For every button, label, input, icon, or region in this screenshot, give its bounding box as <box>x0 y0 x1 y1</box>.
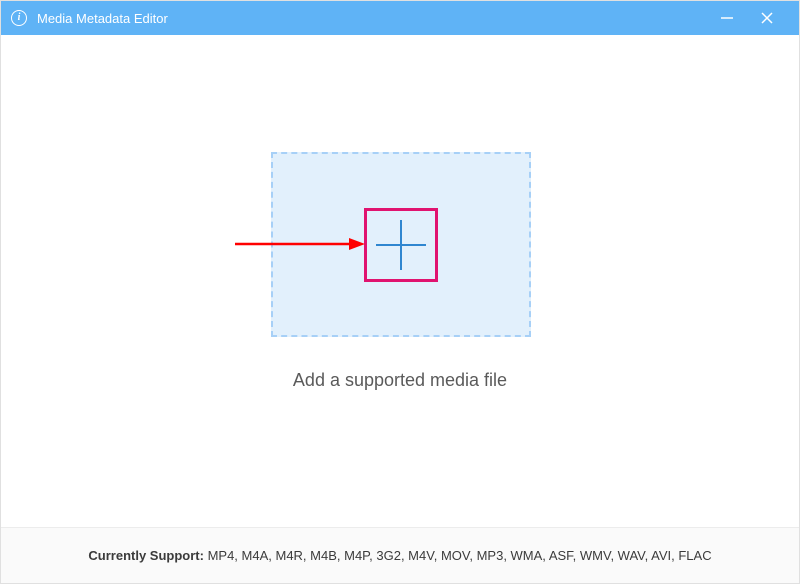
app-title: Media Metadata Editor <box>37 11 168 26</box>
titlebar: i Media Metadata Editor <box>1 1 799 35</box>
supported-formats-prefix: Currently Support: <box>88 548 204 563</box>
supported-formats-list: MP4, M4A, M4R, M4B, M4P, 3G2, M4V, MOV, … <box>208 548 712 563</box>
app-window: i Media Metadata Editor Add a supported … <box>0 0 800 584</box>
info-glyph: i <box>18 13 21 23</box>
add-file-button[interactable] <box>364 208 438 282</box>
status-bar: Currently Support: MP4, M4A, M4R, M4B, M… <box>1 527 799 583</box>
minimize-icon <box>720 11 734 25</box>
file-dropzone[interactable] <box>271 152 531 337</box>
plus-icon <box>376 220 426 270</box>
minimize-button[interactable] <box>707 1 747 35</box>
close-icon <box>760 11 774 25</box>
close-button[interactable] <box>747 1 787 35</box>
info-icon: i <box>11 10 27 26</box>
dropzone-prompt: Add a supported media file <box>1 370 799 391</box>
content-area: Add a supported media file <box>1 35 799 527</box>
supported-formats-label: Currently Support: MP4, M4A, M4R, M4B, M… <box>88 548 711 563</box>
